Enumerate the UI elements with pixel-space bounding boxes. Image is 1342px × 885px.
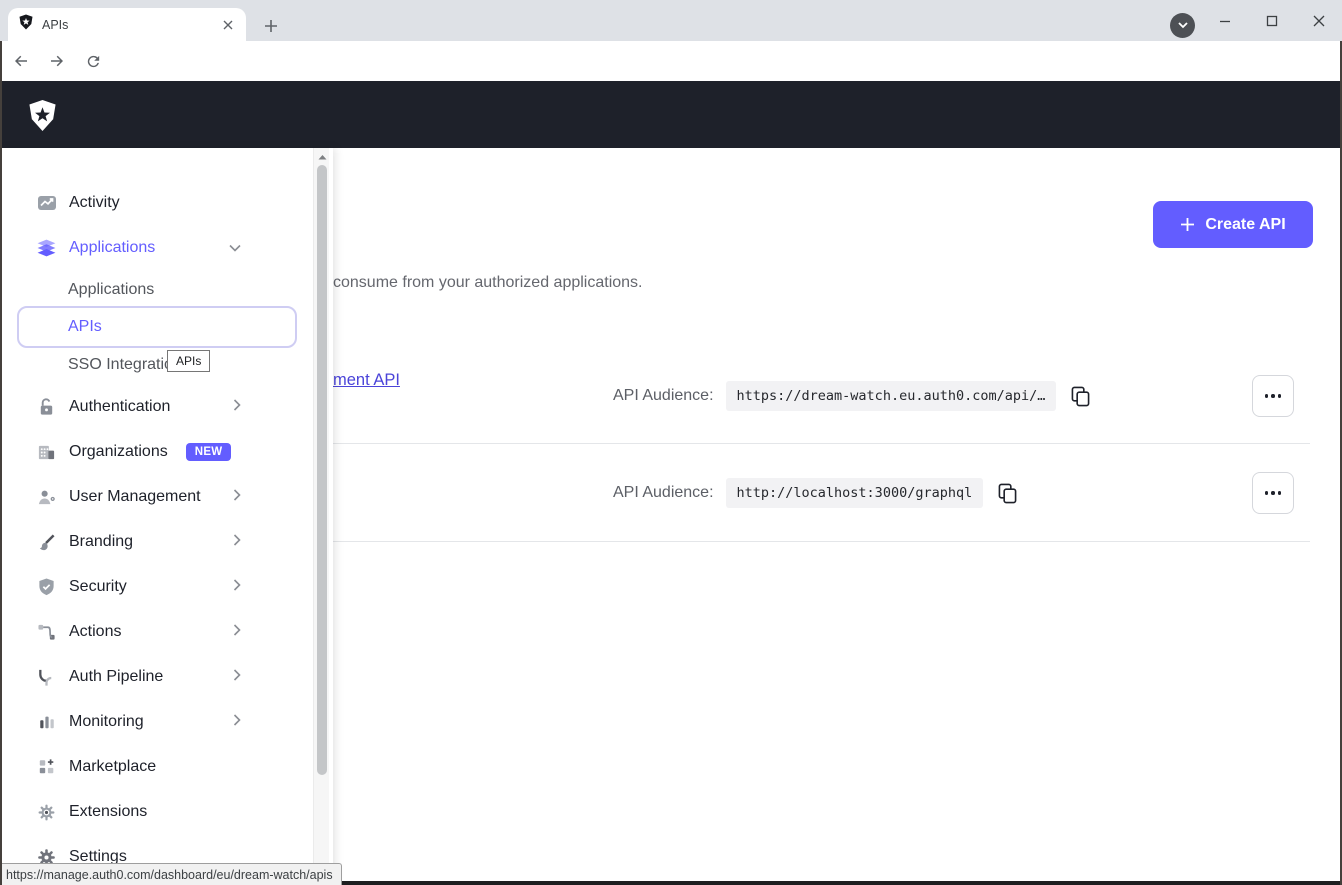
auth0-top-nav: dream-watch Discuss your needs Docs — [0, 81, 1342, 148]
sidebar-item-organizations[interactable]: Organizations NEW — [36, 437, 289, 467]
chevron-right-icon — [233, 713, 241, 731]
status-bar: https://manage.auth0.com/dashboard/eu/dr… — [0, 863, 342, 885]
auth0-favicon-icon — [18, 14, 34, 35]
chevron-right-icon — [233, 623, 241, 641]
sidebar-item-authentication[interactable]: Authentication — [36, 392, 289, 422]
sidebar-item-marketplace[interactable]: Marketplace — [36, 752, 289, 782]
status-url: https://manage.auth0.com/dashboard/eu/dr… — [6, 868, 333, 882]
copy-icon[interactable] — [1068, 384, 1092, 408]
back-icon[interactable] — [6, 46, 36, 76]
chevron-right-icon — [233, 398, 241, 416]
bar-chart-icon — [36, 712, 57, 733]
row-menu-button[interactable] — [1252, 375, 1294, 417]
browser-toolbar: manage.auth0.com/dashboard/eu/dream-watc… — [0, 41, 1342, 81]
browser-tab-strip: APIs — [0, 0, 1342, 41]
tab-close-icon[interactable] — [220, 17, 236, 33]
sidebar-scrollbar[interactable] — [313, 148, 329, 885]
cog-dot-icon — [36, 802, 57, 823]
sidebar-item-monitoring[interactable]: Monitoring — [36, 707, 289, 737]
sidebar-item-user-management[interactable]: User Management — [36, 482, 289, 512]
browser-tab[interactable]: APIs — [8, 8, 246, 41]
sidebar-item-apis-selected[interactable]: APIs — [17, 306, 297, 348]
layers-icon — [36, 238, 57, 259]
chevron-right-icon — [233, 488, 241, 506]
sidebar-item-branding[interactable]: Branding — [36, 527, 289, 557]
reload-icon[interactable] — [78, 46, 108, 76]
page-description: consume from your authorized application… — [333, 274, 643, 292]
shield-check-icon — [36, 577, 57, 598]
row-menu-button[interactable] — [1252, 472, 1294, 514]
sidebar-item-applications[interactable]: Applications — [36, 233, 289, 263]
auth0-logo-icon[interactable] — [27, 99, 58, 137]
scrollbar-thumb[interactable] — [317, 165, 327, 775]
audience-label: API Audience: — [613, 484, 714, 502]
minimize-button[interactable] — [1201, 0, 1248, 41]
api-name-link[interactable]: ment API — [333, 371, 400, 390]
copy-icon[interactable] — [995, 481, 1019, 505]
chevron-right-icon — [233, 668, 241, 686]
plus-icon — [1180, 217, 1195, 232]
audience-value[interactable]: https://dream-watch.eu.auth0.com/api/… — [726, 381, 1057, 411]
scroll-up-arrow-icon[interactable] — [314, 150, 330, 164]
tab-search-button[interactable] — [1170, 13, 1195, 38]
sidebar-item-applications-sub[interactable]: Applications — [68, 275, 289, 305]
api-row-audience: API Audience: http://localhost:3000/grap… — [613, 473, 1019, 513]
forward-icon[interactable] — [42, 46, 72, 76]
tab-title: APIs — [42, 18, 212, 32]
chevron-down-icon — [229, 239, 241, 257]
window-left-border — [0, 41, 2, 885]
grid-plus-icon — [36, 757, 57, 778]
building-icon — [36, 442, 57, 463]
chevron-right-icon — [233, 578, 241, 596]
audience-value[interactable]: http://localhost:3000/graphql — [726, 478, 984, 508]
sidebar-item-security[interactable]: Security — [36, 572, 289, 602]
api-row-audience: API Audience: https://dream-watch.eu.aut… — [613, 376, 1092, 416]
pipeline-icon — [36, 667, 57, 688]
close-window-button[interactable] — [1295, 0, 1342, 41]
lock-icon — [36, 397, 57, 418]
audience-label: API Audience: — [613, 387, 714, 405]
flow-icon — [36, 622, 57, 643]
maximize-button[interactable] — [1248, 0, 1295, 41]
user-gear-icon — [36, 487, 57, 508]
apis-tooltip: APIs — [167, 350, 210, 372]
window-controls — [1201, 0, 1342, 41]
new-badge: NEW — [186, 443, 232, 461]
sidebar: Activity Applications Applications APIs … — [0, 148, 333, 885]
create-api-button[interactable]: Create API — [1153, 201, 1313, 248]
sidebar-item-activity[interactable]: Activity — [36, 188, 289, 218]
sidebar-item-extensions[interactable]: Extensions — [36, 797, 289, 827]
activity-chart-icon — [36, 193, 57, 214]
sidebar-item-auth-pipeline[interactable]: Auth Pipeline — [36, 662, 289, 692]
paintbrush-icon — [36, 532, 57, 553]
new-tab-button[interactable] — [258, 13, 284, 39]
sidebar-item-actions[interactable]: Actions — [36, 617, 289, 647]
chevron-right-icon — [233, 533, 241, 551]
